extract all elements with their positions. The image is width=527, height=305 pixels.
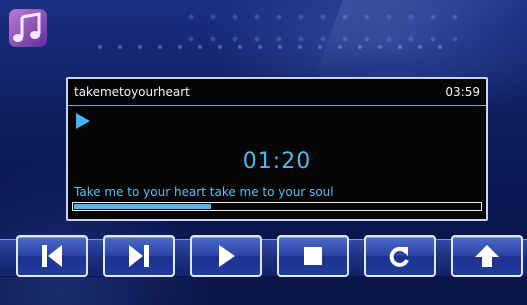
track-duration: 03:59 — [445, 85, 480, 99]
stop-icon — [298, 243, 328, 269]
progress-fill — [74, 204, 211, 209]
stop-button[interactable] — [277, 235, 349, 277]
track-title: takemetoyourheart — [74, 85, 190, 99]
track-info-bar: takemetoyourheart 03:59 — [68, 79, 486, 106]
up-arrow-icon — [472, 243, 502, 269]
repeat-icon — [385, 243, 415, 269]
control-bar — [0, 235, 527, 277]
now-playing-panel: takemetoyourheart 03:59 01:20 Take me to… — [66, 77, 488, 221]
elapsed-time: 01:20 — [242, 149, 312, 174]
back-button[interactable] — [451, 235, 523, 277]
repeat-button[interactable] — [364, 235, 436, 277]
music-note-icon — [8, 8, 48, 48]
play-indicator-icon — [76, 113, 90, 129]
skip-previous-icon — [37, 243, 67, 269]
background-dots — [90, 36, 450, 64]
play-button[interactable] — [190, 235, 262, 277]
lyric-line: Take me to your heart take me to your so… — [74, 185, 334, 199]
play-icon — [211, 243, 241, 269]
next-button[interactable] — [103, 235, 175, 277]
progress-bar[interactable] — [72, 202, 482, 211]
skip-next-icon — [124, 243, 154, 269]
previous-button[interactable] — [16, 235, 88, 277]
